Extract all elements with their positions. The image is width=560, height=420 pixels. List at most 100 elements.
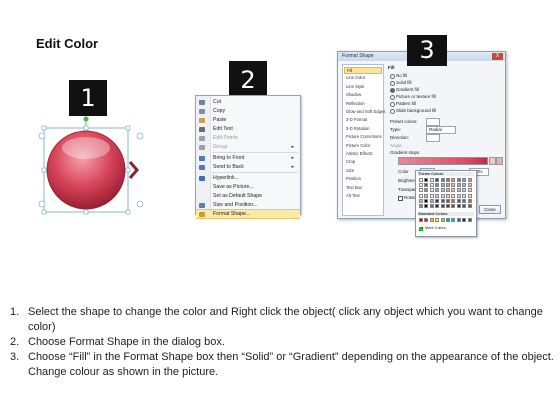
- theme-color-swatch[interactable]: [440, 183, 445, 188]
- theme-color-swatch[interactable]: [456, 183, 461, 188]
- theme-color-swatch[interactable]: [467, 188, 472, 193]
- theme-color-swatch[interactable]: [429, 198, 434, 203]
- theme-color-swatch[interactable]: [429, 204, 434, 208]
- radio-slide-background-fill[interactable]: [390, 109, 395, 114]
- theme-color-swatch[interactable]: [451, 204, 456, 208]
- category-shadow[interactable]: Shadow: [346, 92, 361, 97]
- theme-color-swatch[interactable]: [451, 183, 456, 188]
- category-size[interactable]: Size: [346, 168, 354, 173]
- category-picture-color[interactable]: Picture Color: [346, 143, 370, 148]
- category-line-color[interactable]: Line Color: [346, 75, 365, 80]
- theme-color-swatch[interactable]: [440, 198, 445, 203]
- theme-color-swatch[interactable]: [462, 188, 467, 193]
- theme-color-swatch[interactable]: [456, 193, 461, 198]
- theme-color-swatch[interactable]: [467, 198, 472, 203]
- category-artistic-effects[interactable]: Artistic Effects: [346, 151, 372, 156]
- theme-color-swatch[interactable]: [446, 193, 450, 198]
- theme-color-swatch[interactable]: [467, 204, 472, 208]
- theme-color-swatch[interactable]: [435, 178, 440, 182]
- rotate-checkbox[interactable]: [398, 196, 403, 201]
- more-colors-link[interactable]: More Colors...: [425, 226, 449, 230]
- standard-color-swatch[interactable]: [435, 218, 440, 222]
- theme-color-swatch[interactable]: [429, 178, 434, 182]
- gradient-stops-bar[interactable]: [398, 157, 488, 165]
- category-crop[interactable]: Crop: [346, 159, 355, 164]
- preset-colors-dropdown[interactable]: [426, 118, 440, 126]
- theme-color-swatch[interactable]: [456, 198, 461, 203]
- close-icon[interactable]: X: [492, 53, 503, 60]
- theme-color-swatch[interactable]: [419, 178, 423, 182]
- theme-color-swatch[interactable]: [435, 183, 440, 188]
- theme-color-swatch[interactable]: [462, 178, 467, 182]
- category-glow-and-soft-edges[interactable]: Glow and Soft Edges: [346, 109, 385, 114]
- standard-color-swatch[interactable]: [424, 218, 429, 222]
- standard-color-swatch[interactable]: [446, 218, 450, 222]
- theme-color-swatch[interactable]: [467, 183, 472, 188]
- add-stop-icon[interactable]: [489, 157, 496, 165]
- theme-color-swatch[interactable]: [462, 183, 467, 188]
- category-position[interactable]: Position: [346, 176, 361, 181]
- category-picture-corrections[interactable]: Picture Corrections: [346, 134, 382, 139]
- theme-color-swatch[interactable]: [419, 204, 423, 208]
- radio-pattern-fill[interactable]: [390, 102, 395, 107]
- category-reflection[interactable]: Reflection: [346, 101, 365, 106]
- theme-color-swatch[interactable]: [424, 204, 429, 208]
- theme-color-swatch[interactable]: [419, 188, 423, 193]
- selected-circle-shape[interactable]: [30, 108, 160, 223]
- menu-item-save-as-picture[interactable]: Save as Picture...: [196, 183, 300, 192]
- close-button[interactable]: Close: [479, 205, 501, 214]
- theme-color-swatch[interactable]: [446, 188, 450, 193]
- category-3-d-format[interactable]: 3-D Format: [346, 117, 367, 122]
- standard-color-swatch[interactable]: [429, 218, 434, 222]
- theme-color-swatch[interactable]: [424, 178, 429, 182]
- radio-picture-or-texture-fill[interactable]: [390, 95, 395, 100]
- standard-color-swatch[interactable]: [456, 218, 461, 222]
- theme-color-swatch[interactable]: [424, 198, 429, 203]
- theme-color-swatch[interactable]: [419, 183, 423, 188]
- theme-color-swatch[interactable]: [424, 188, 429, 193]
- category-fill[interactable]: Fill: [344, 67, 382, 74]
- theme-color-swatch[interactable]: [456, 178, 461, 182]
- theme-color-swatch[interactable]: [435, 193, 440, 198]
- theme-color-swatch[interactable]: [451, 198, 456, 203]
- theme-color-swatch[interactable]: [446, 198, 450, 203]
- theme-color-swatch[interactable]: [451, 178, 456, 182]
- type-dropdown[interactable]: Radial: [426, 126, 456, 134]
- menu-item-format-shape[interactable]: Format Shape...: [196, 209, 300, 219]
- radio-solid-fill[interactable]: [390, 81, 395, 86]
- theme-color-swatch[interactable]: [435, 188, 440, 193]
- theme-color-swatch[interactable]: [419, 198, 423, 203]
- theme-color-swatch[interactable]: [429, 193, 434, 198]
- theme-color-swatch[interactable]: [435, 204, 440, 208]
- theme-color-swatch[interactable]: [446, 204, 450, 208]
- menu-item-copy[interactable]: Copy: [196, 107, 300, 116]
- menu-item-group[interactable]: Group ▸: [196, 143, 300, 152]
- menu-item-send-to-back[interactable]: Send to Back ▸: [196, 163, 300, 172]
- direction-dropdown[interactable]: [426, 134, 440, 142]
- menu-item-edit-points[interactable]: Edit Points: [196, 134, 300, 143]
- category-text-box[interactable]: Text Box: [346, 185, 362, 190]
- menu-item-bring-to-front[interactable]: Bring to Front ▸: [196, 154, 300, 163]
- theme-color-swatch[interactable]: [467, 178, 472, 182]
- theme-color-swatch[interactable]: [467, 193, 472, 198]
- theme-color-swatch[interactable]: [429, 188, 434, 193]
- theme-color-swatch[interactable]: [451, 188, 456, 193]
- remove-stop-icon[interactable]: [496, 157, 503, 165]
- standard-color-swatch[interactable]: [419, 218, 423, 222]
- theme-color-swatch[interactable]: [446, 178, 450, 182]
- theme-color-swatch[interactable]: [462, 198, 467, 203]
- theme-color-swatch[interactable]: [446, 183, 450, 188]
- standard-color-swatch[interactable]: [440, 218, 445, 222]
- radio-gradient-fill[interactable]: [390, 88, 395, 93]
- theme-color-swatch[interactable]: [429, 183, 434, 188]
- theme-color-swatch[interactable]: [462, 204, 467, 208]
- menu-item-set-as-default-shape[interactable]: Set as Default Shape: [196, 192, 300, 201]
- menu-item-edit-text[interactable]: Edit Text: [196, 125, 300, 134]
- theme-color-swatch[interactable]: [424, 193, 429, 198]
- theme-color-swatch[interactable]: [462, 193, 467, 198]
- theme-color-swatch[interactable]: [456, 188, 461, 193]
- menu-item-cut[interactable]: Cut: [196, 98, 300, 107]
- standard-color-swatch[interactable]: [462, 218, 467, 222]
- theme-color-swatch[interactable]: [419, 193, 423, 198]
- category-alt-text[interactable]: Alt Text: [346, 193, 360, 198]
